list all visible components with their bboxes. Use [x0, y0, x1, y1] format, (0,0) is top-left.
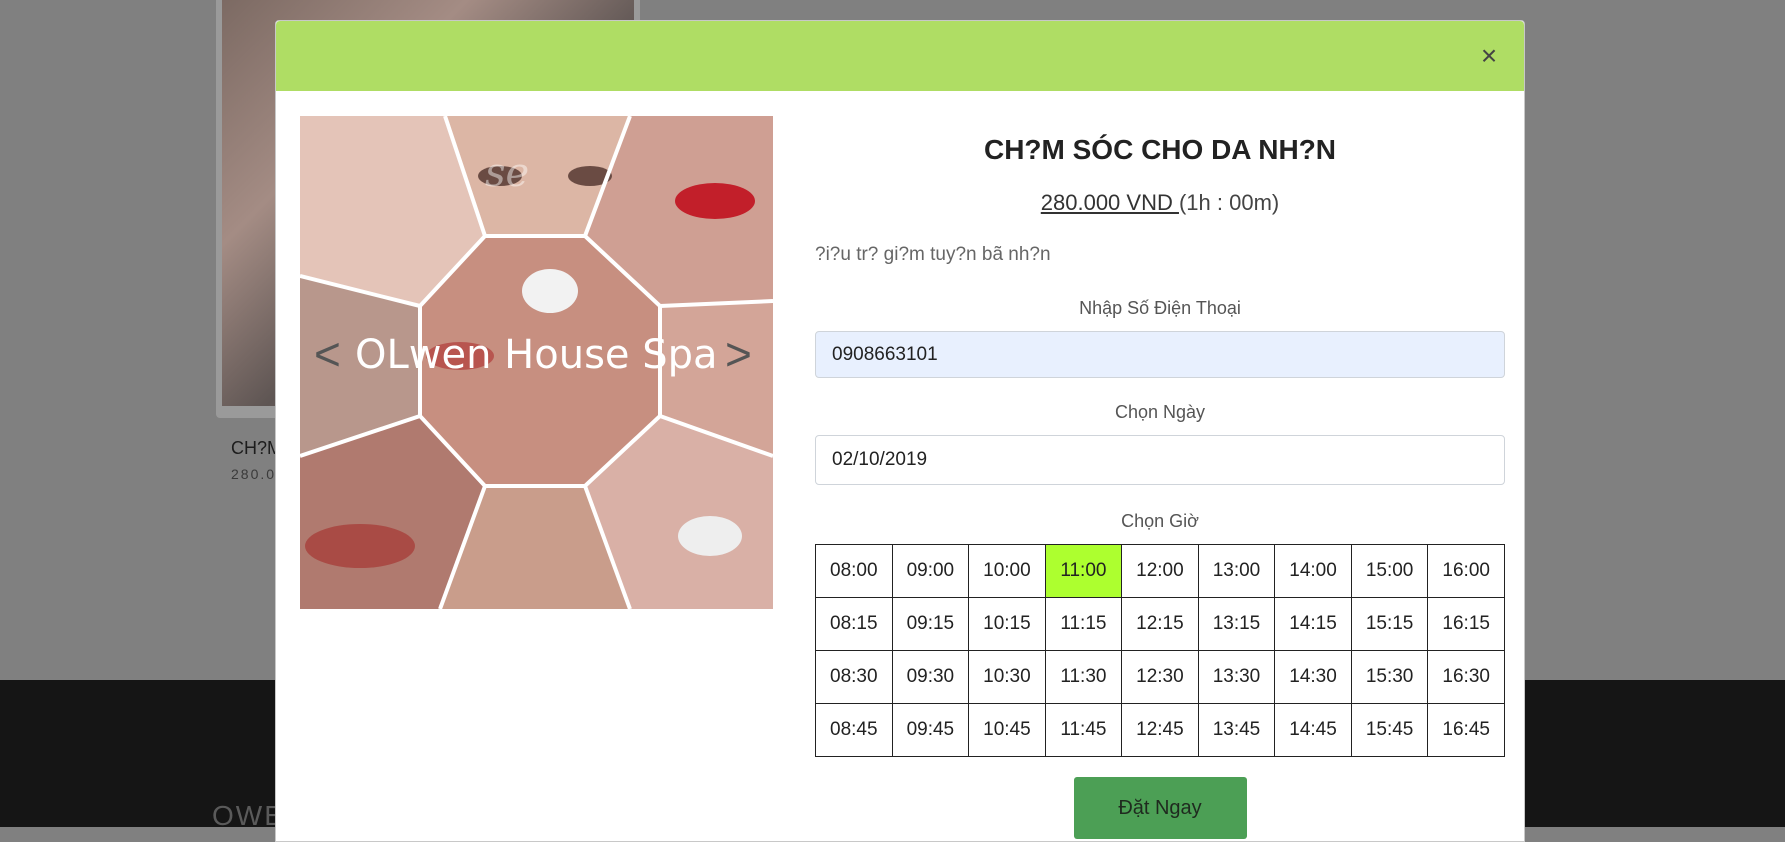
modal-header: ×	[276, 21, 1524, 91]
background-footer-text: OWE	[212, 800, 285, 831]
time-slot[interactable]: 09:45	[891, 703, 970, 757]
service-title: CH?M SÓC CHO DA NH?N	[983, 134, 1337, 165]
booking-form: CH?M SÓC CHO DA NH?N 280.000 VND (1h : 0…	[815, 116, 1505, 839]
time-slot[interactable]: 10:15	[968, 597, 1046, 651]
time-slot[interactable]: 08:45	[815, 703, 893, 757]
time-slot[interactable]: 12:00	[1121, 544, 1199, 598]
phone-label: Nhập Số Điện Thoại	[1079, 298, 1241, 318]
time-slot[interactable]: 16:00	[1427, 544, 1505, 598]
time-slot[interactable]: 16:45	[1427, 703, 1505, 757]
time-slot[interactable]: 13:00	[1197, 544, 1276, 598]
time-slot[interactable]: 12:30	[1121, 650, 1199, 704]
time-slot[interactable]: 13:45	[1197, 703, 1276, 757]
time-slot[interactable]: 15:15	[1350, 597, 1429, 651]
time-slot[interactable]: 10:00	[968, 544, 1046, 598]
time-slot[interactable]: 14:15	[1274, 597, 1352, 651]
time-slot[interactable]: 11:00	[1044, 544, 1123, 598]
time-slot-row: 08:30 09:30 10:30 11:30 12:30 13:30 14:3…	[815, 650, 1505, 704]
time-slot-row: 08:00 09:00 10:00 11:00 12:00 13:00 14:0…	[815, 544, 1505, 598]
date-input[interactable]: 02/10/2019	[815, 435, 1505, 485]
time-slot-row: 08:15 09:15 10:15 11:15 12:15 13:15 14:1…	[815, 597, 1505, 651]
time-slot[interactable]: 13:15	[1197, 597, 1276, 651]
hero-overlay-text: OLwen House Spa	[355, 332, 718, 378]
time-slot[interactable]: 14:30	[1274, 650, 1352, 704]
time-slot[interactable]: 13:30	[1197, 650, 1276, 704]
time-slot[interactable]: 08:15	[815, 597, 893, 651]
service-description: ?i?u tr? gi?m tuy?n bã nh?n	[815, 244, 1051, 265]
time-slot-row: 08:45 09:45 10:45 11:45 12:45 13:45 14:4…	[815, 703, 1505, 757]
hero-next-arrow: >	[725, 328, 752, 380]
time-slot[interactable]: 11:30	[1044, 650, 1123, 704]
service-price: 280.000 VND	[1040, 190, 1179, 215]
time-slot[interactable]: 10:45	[968, 703, 1046, 757]
time-slot[interactable]: 09:15	[891, 597, 970, 651]
time-slot[interactable]: 11:45	[1044, 703, 1123, 757]
time-slot[interactable]: 14:45	[1274, 703, 1352, 757]
price-line: 280.000 VND (1h : 00m)	[815, 190, 1505, 216]
book-now-button[interactable]: Đặt Ngay	[1073, 777, 1247, 839]
time-slot[interactable]: 11:15	[1044, 597, 1123, 651]
time-slot[interactable]: 08:30	[815, 650, 893, 704]
time-slot[interactable]: 12:15	[1121, 597, 1199, 651]
time-slot[interactable]: 09:30	[891, 650, 970, 704]
close-icon[interactable]: ×	[1474, 41, 1504, 71]
service-duration: (1h : 00m)	[1178, 190, 1280, 215]
time-slot[interactable]: 15:30	[1350, 650, 1429, 704]
time-slot[interactable]: 10:30	[968, 650, 1046, 704]
phone-input[interactable]: 0908663101	[815, 331, 1505, 378]
time-slot[interactable]: 16:30	[1427, 650, 1505, 704]
time-slot[interactable]: 15:00	[1350, 544, 1429, 598]
time-label: Chọn Giờ	[1121, 511, 1199, 531]
time-slot[interactable]: 12:45	[1121, 703, 1199, 757]
time-slot[interactable]: 09:00	[891, 544, 970, 598]
time-slot-grid: 08:00 09:00 10:00 11:00 12:00 13:00 14:0…	[815, 544, 1505, 757]
date-label: Chọn Ngày	[1114, 402, 1206, 422]
time-slot[interactable]: 15:45	[1350, 703, 1429, 757]
booking-modal: × se < OLwen House Spa > CH?M SÓC CHO DA…	[275, 20, 1525, 842]
time-slot[interactable]: 16:15	[1427, 597, 1505, 651]
background-card-price: 280.0	[231, 466, 277, 482]
hero-prev-arrow: <	[314, 328, 341, 380]
time-slot[interactable]: 14:00	[1274, 544, 1352, 598]
service-image: se < OLwen House Spa >	[300, 116, 773, 609]
hero-watermark: se	[485, 150, 529, 196]
time-slot[interactable]: 08:00	[815, 544, 893, 598]
